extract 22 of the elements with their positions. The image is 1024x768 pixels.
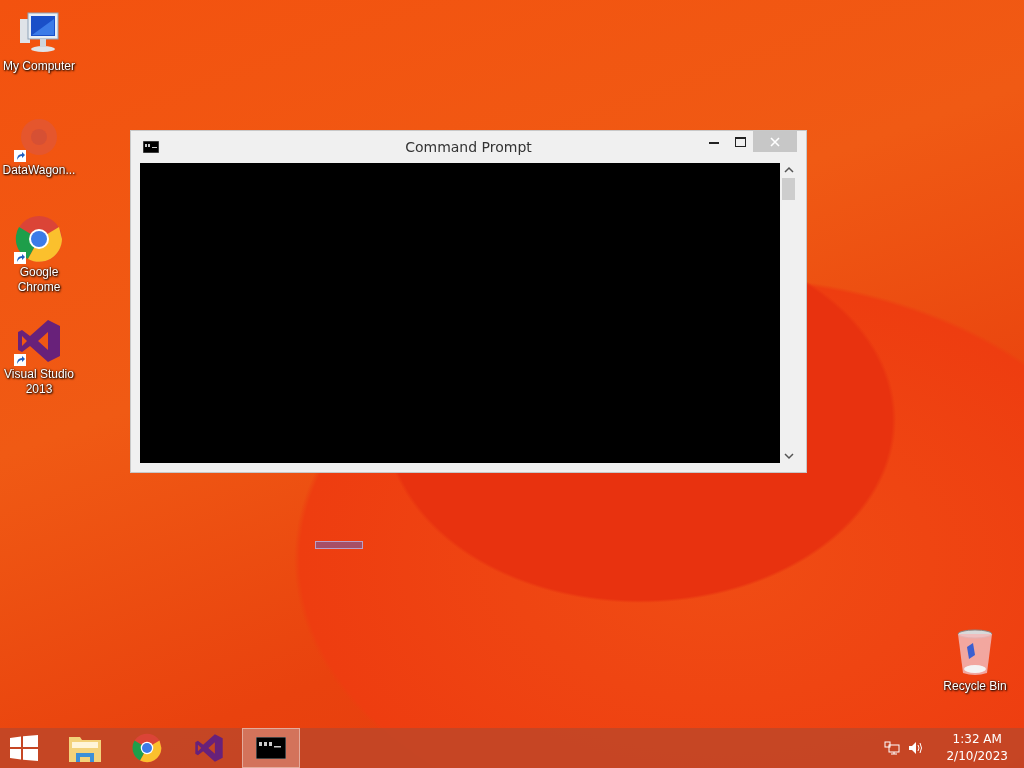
console-icon[interactable] xyxy=(256,737,286,759)
selection-rectangle xyxy=(315,541,363,549)
taskbar-button[interactable] xyxy=(242,728,300,768)
window-title: Command Prompt xyxy=(405,139,532,155)
chrome-icon xyxy=(15,215,63,263)
trash-bin-icon xyxy=(955,629,995,677)
close-icon xyxy=(770,136,780,147)
icon-label[interactable]: Visual Studio 2013 xyxy=(0,367,78,397)
speaker-icon[interactable] xyxy=(908,741,925,755)
chrome-icon[interactable] xyxy=(132,733,162,763)
icon-label[interactable]: DataWagon... xyxy=(2,163,76,178)
icon-label[interactable]: Google Chrome xyxy=(0,265,78,295)
infinity-logo-icon xyxy=(16,318,62,364)
clock-time[interactable]: 1:32 AM xyxy=(952,731,1002,748)
console-icon[interactable] xyxy=(143,141,159,153)
maximize-icon xyxy=(734,136,746,147)
scroll-thumb[interactable] xyxy=(782,178,795,200)
network-icon[interactable] xyxy=(884,741,901,755)
icon-label[interactable]: Recycle Bin xyxy=(943,679,1007,694)
clock-date[interactable]: 2/10/2023 xyxy=(946,748,1008,765)
icon-label[interactable]: My Computer xyxy=(3,59,75,74)
windows-logo-icon[interactable] xyxy=(10,735,38,761)
